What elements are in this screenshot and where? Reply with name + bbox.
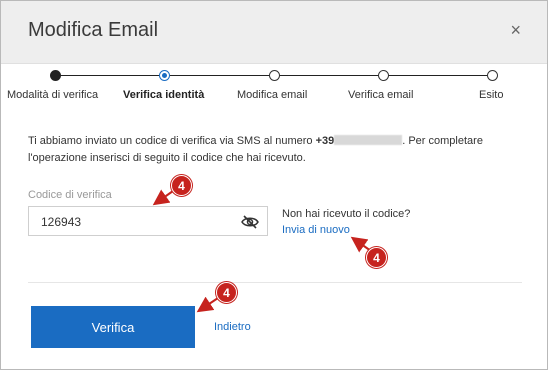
phone-prefix: +39 [315,135,335,147]
masked-phone-number [334,135,403,145]
step-label-1: Modalità di verifica [7,89,99,101]
step-dot-4 [378,70,389,81]
dialog-header: Modifica Email × [1,1,547,64]
edit-email-dialog: Modifica Email × Modalità di verifica Ve… [0,0,548,370]
progress-stepper: Modalità di verifica Verifica identità M… [1,64,547,114]
annotation-badge-verify: 4 [216,282,237,303]
step-label-2: Verifica identità [123,89,205,101]
info-text-line2: l'operazione inserisci di seguito il cod… [28,152,306,164]
divider [28,282,522,283]
sms-info-text: Ti abbiamo inviato un codice di verifica… [28,133,528,167]
close-icon[interactable]: × [510,20,521,40]
step-dot-5 [487,70,498,81]
step-dot-3 [269,70,280,81]
info-text-end: . Per completare [402,135,483,147]
dialog-title: Modifica Email [28,19,159,41]
code-value: 126943 [41,215,82,229]
resend-link[interactable]: Invia di nuovo [282,224,350,236]
info-text-start: Ti abbiamo inviato un codice di verifica… [28,135,316,147]
step-label-4: Verifica email [348,89,414,101]
resend-question: Non hai ricevuto il codice? [282,208,411,220]
step-dot-2 [159,70,170,81]
code-field-label: Codice di verifica [28,189,112,201]
verification-code-input[interactable]: 126943 [28,206,268,236]
annotation-badge-code: 4 [171,175,192,196]
step-label-3: Modifica email [237,89,308,101]
eye-slash-icon[interactable] [241,214,259,235]
back-link[interactable]: Indietro [214,321,251,333]
step-dot-1 [50,70,61,81]
annotation-badge-resend: 4 [366,247,387,268]
step-label-5: Esito [479,89,504,101]
verify-button[interactable]: Verifica [31,306,195,348]
